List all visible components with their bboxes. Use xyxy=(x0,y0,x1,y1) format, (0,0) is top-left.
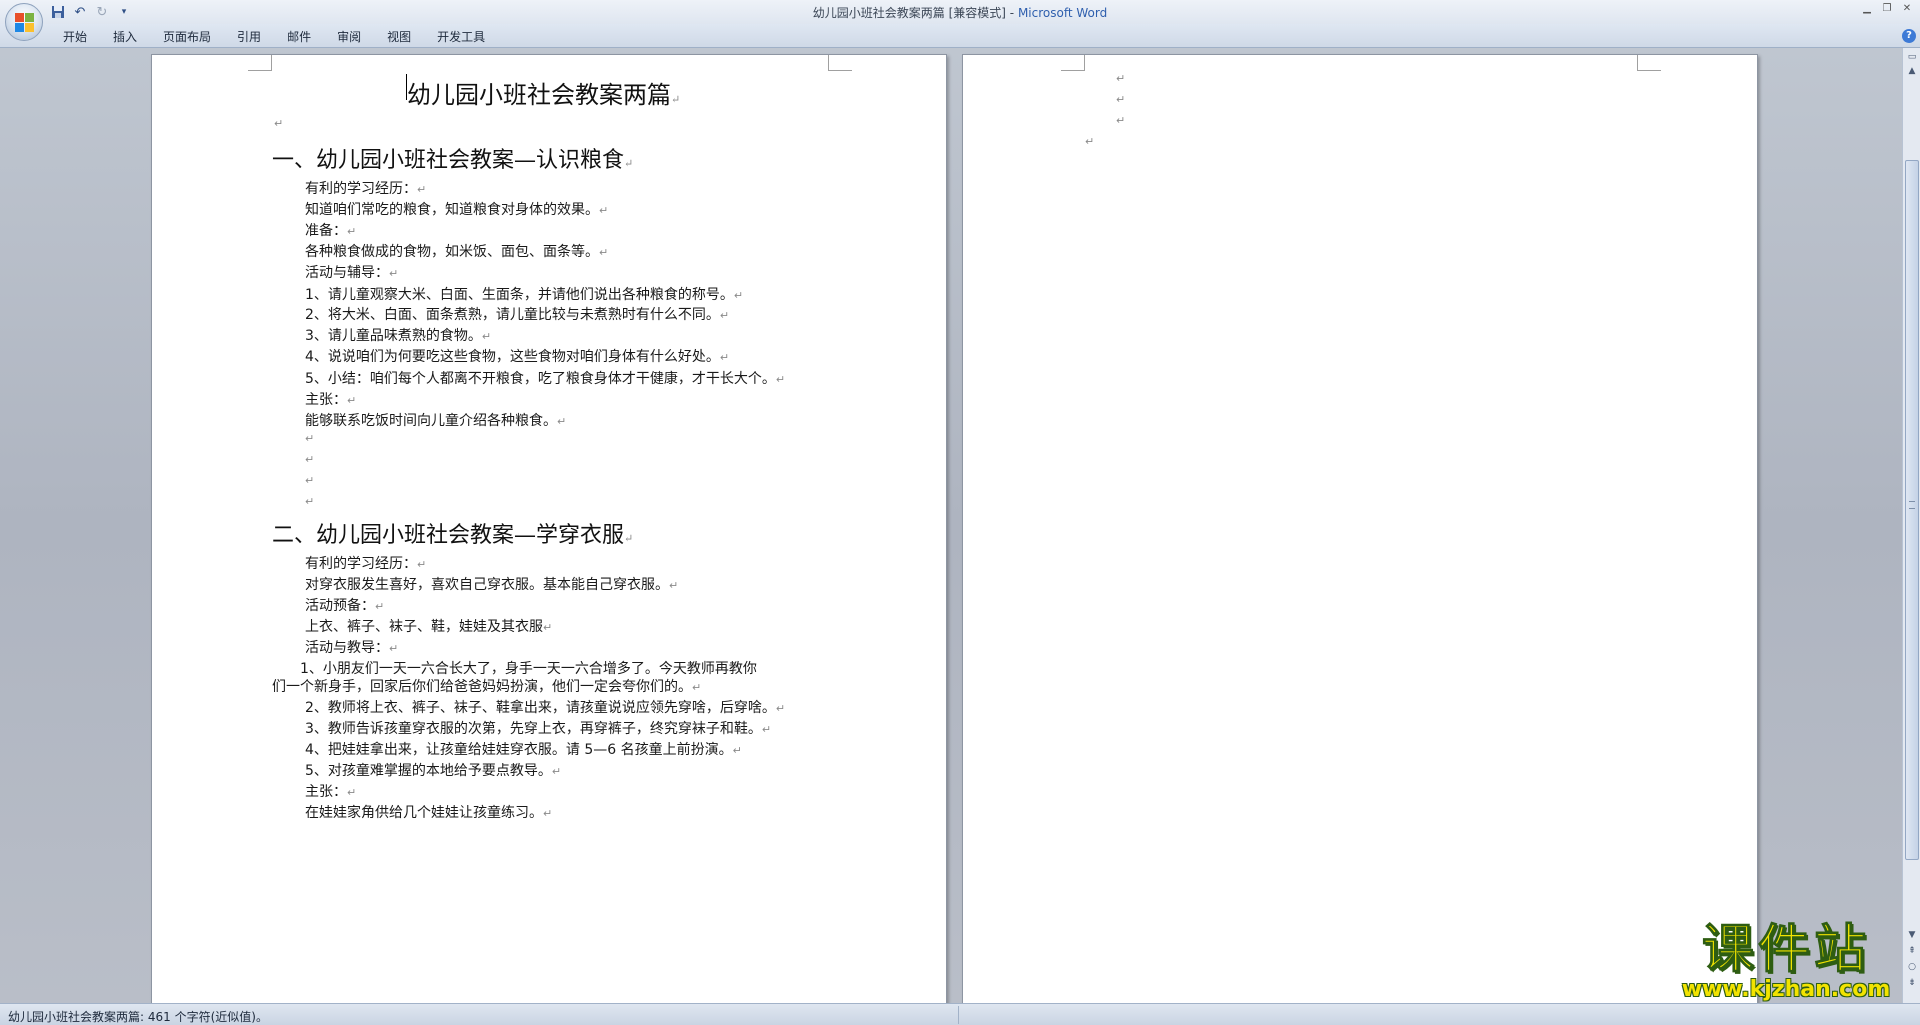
scroll-up-icon[interactable]: ▲ xyxy=(1905,64,1919,78)
document-workspace: 幼儿园小班社会教案两篇↵ ↵ 一、幼儿园小班社会教案—认识粮食↵ 有利的学习经历… xyxy=(0,48,1902,1003)
vertical-scrollbar[interactable]: ▭ ▲ ▼ ⇞ ○ ⇟ xyxy=(1902,48,1920,1003)
crop-mark xyxy=(1637,55,1661,71)
status-bar: 幼儿园小班社会教案两篇: 461 个字符(近似值)。 xyxy=(0,1003,1920,1025)
window-controls: ▁ ❐ ✕ xyxy=(1860,2,1914,16)
section2-heading[interactable]: 二、幼儿园小班社会教案—学穿衣服↵ xyxy=(272,517,633,549)
document-page-1[interactable]: 幼儿园小班社会教案两篇↵ ↵ 一、幼儿园小班社会教案—认识粮食↵ 有利的学习经历… xyxy=(151,54,947,1003)
section2-line[interactable]: 活动预备：↵ xyxy=(305,595,384,615)
paragraph-mark: ↵ xyxy=(1116,93,1126,106)
tab-home[interactable]: 开始 xyxy=(50,29,100,45)
paragraph-mark: ↵ xyxy=(274,117,284,130)
paragraph-mark: ↵ xyxy=(1116,114,1126,127)
word-count-status[interactable]: 幼儿园小班社会教案两篇: 461 个字符(近似值)。 xyxy=(8,1008,268,1025)
paragraph-mark: ↵ xyxy=(305,474,315,487)
help-icon[interactable]: ? xyxy=(1902,29,1916,43)
section2-line[interactable]: 5、对孩童难掌握的本地给予要点教导。↵ xyxy=(305,760,561,780)
tab-developer[interactable]: 开发工具 xyxy=(424,29,498,45)
section2-line[interactable]: 在娃娃家角供给几个娃娃让孩童练习。↵ xyxy=(305,802,552,822)
tab-view[interactable]: 视图 xyxy=(374,29,424,45)
paragraph-mark: ↵ xyxy=(305,495,315,508)
crop-mark xyxy=(248,55,272,71)
section2-line[interactable]: 有利的学习经历：↵ xyxy=(305,553,426,573)
paragraph-mark: ↵ xyxy=(305,453,315,466)
section2-line[interactable]: 3、教师告诉孩童穿衣服的次第，先穿上衣，再穿裤子，终究穿袜子和鞋。↵ xyxy=(305,718,771,738)
ribbon: 开始 插入 页面布局 引用 邮件 审阅 视图 开发工具 ? xyxy=(0,24,1920,48)
section1-line[interactable]: 3、请儿童品味煮熟的食物。↵ xyxy=(305,325,491,345)
section2-line[interactable]: 对穿衣服发生喜好，喜欢自己穿衣服。基本能自己穿衣服。↵ xyxy=(305,574,678,594)
section1-line[interactable]: 主张：↵ xyxy=(305,389,356,409)
section1-line[interactable]: 准备：↵ xyxy=(305,220,356,240)
section2-item1-line1[interactable]: 1、小朋友们一天一六合长大了，身手一天一六合增多了。今天教师再教你 xyxy=(300,658,757,678)
section1-line[interactable]: 2、将大米、白面、面条煮熟，请儿童比较与未煮熟时有什么不同。↵ xyxy=(305,304,729,324)
document-name: 幼儿园小班社会教案两篇 [兼容模式] - xyxy=(812,6,1015,20)
document-title[interactable]: 幼儿园小班社会教案两篇↵ xyxy=(407,75,680,110)
section1-line[interactable]: 5、小结：咱们每个人都离不开粮食，吃了粮食身体才干健康，才干长大个。↵ xyxy=(305,368,785,388)
crop-mark xyxy=(1061,55,1085,71)
status-divider xyxy=(958,1006,959,1024)
tab-page-layout[interactable]: 页面布局 xyxy=(150,29,224,45)
section1-line[interactable]: 各种粮食做成的食物，如米饭、面包、面条等。↵ xyxy=(305,241,608,261)
next-page-icon[interactable]: ⇟ xyxy=(1905,976,1919,990)
section1-line[interactable]: 1、请儿童观察大米、白面、生面条，并请他们说出各种粮食的称号。↵ xyxy=(305,284,743,304)
watermark-url: www.kjzhan.com xyxy=(1681,977,1891,1002)
site-watermark-logo: 课件站 www.kjzhan.com xyxy=(1668,922,1904,1004)
section2-line[interactable]: 2、教师将上衣、裤子、袜子、鞋拿出来，请孩童说说应领先穿啥，后穿啥。↵ xyxy=(305,697,785,717)
title-bar: ↶ ↻ ▾ 幼儿园小班社会教案两篇 [兼容模式] - Microsoft Wor… xyxy=(0,0,1920,24)
ruler-toggle-icon[interactable]: ▭ xyxy=(1905,50,1919,64)
tab-mailings[interactable]: 邮件 xyxy=(274,29,324,45)
select-browse-object-icon[interactable]: ○ xyxy=(1905,960,1919,974)
office-button[interactable] xyxy=(5,3,43,41)
section1-line[interactable]: 知道咱们常吃的粮食，知道粮食对身体的效果。↵ xyxy=(305,199,608,219)
close-icon[interactable]: ✕ xyxy=(1900,2,1914,16)
restore-icon[interactable]: ❐ xyxy=(1880,2,1894,16)
office-logo-icon xyxy=(15,13,34,32)
tab-references[interactable]: 引用 xyxy=(224,29,274,45)
crop-mark xyxy=(828,55,852,71)
section2-line[interactable]: 主张：↵ xyxy=(305,781,356,801)
document-page-2[interactable]: ↵ ↵ ↵ ↵ xyxy=(962,54,1758,1003)
previous-page-icon[interactable]: ⇞ xyxy=(1905,944,1919,958)
tab-insert[interactable]: 插入 xyxy=(100,29,150,45)
app-name: Microsoft Word xyxy=(1017,6,1108,20)
paragraph-mark: ↵ xyxy=(1085,135,1095,148)
section1-line[interactable]: 能够联系吃饭时间向儿童介绍各种粮食。↵ xyxy=(305,410,566,430)
section2-item1-line2[interactable]: 们一个新身手，回家后你们给爸爸妈妈扮演，他们一定会夸你们的。↵ xyxy=(272,676,701,696)
watermark-title: 课件站 xyxy=(1701,920,1870,980)
scrollbar-thumb[interactable] xyxy=(1905,160,1919,860)
section1-heading[interactable]: 一、幼儿园小班社会教案—认识粮食↵ xyxy=(272,142,633,174)
scroll-down-icon[interactable]: ▼ xyxy=(1905,928,1919,942)
minimize-icon[interactable]: ▁ xyxy=(1860,2,1874,16)
paragraph-mark: ↵ xyxy=(305,432,315,445)
section2-line[interactable]: 上衣、裤子、袜子、鞋，娃娃及其衣服↵ xyxy=(305,616,552,636)
ribbon-tabs: 开始 插入 页面布局 引用 邮件 审阅 视图 开发工具 xyxy=(50,29,498,45)
section1-line[interactable]: 4、说说咱们为何要吃这些食物，这些食物对咱们身体有什么好处。↵ xyxy=(305,346,729,366)
scrollbar-grip-icon xyxy=(1909,501,1915,509)
section2-line[interactable]: 4、把娃娃拿出来，让孩童给娃娃穿衣服。请 5—6 名孩童上前扮演。↵ xyxy=(305,739,742,759)
section2-line[interactable]: 活动与教导：↵ xyxy=(305,637,398,657)
window-title: 幼儿园小班社会教案两篇 [兼容模式] - Microsoft Word xyxy=(0,4,1920,21)
tab-review[interactable]: 审阅 xyxy=(324,29,374,45)
section1-line[interactable]: 活动与辅导：↵ xyxy=(305,262,398,282)
section1-line[interactable]: 有利的学习经历：↵ xyxy=(305,178,426,198)
paragraph-mark: ↵ xyxy=(1116,72,1126,85)
